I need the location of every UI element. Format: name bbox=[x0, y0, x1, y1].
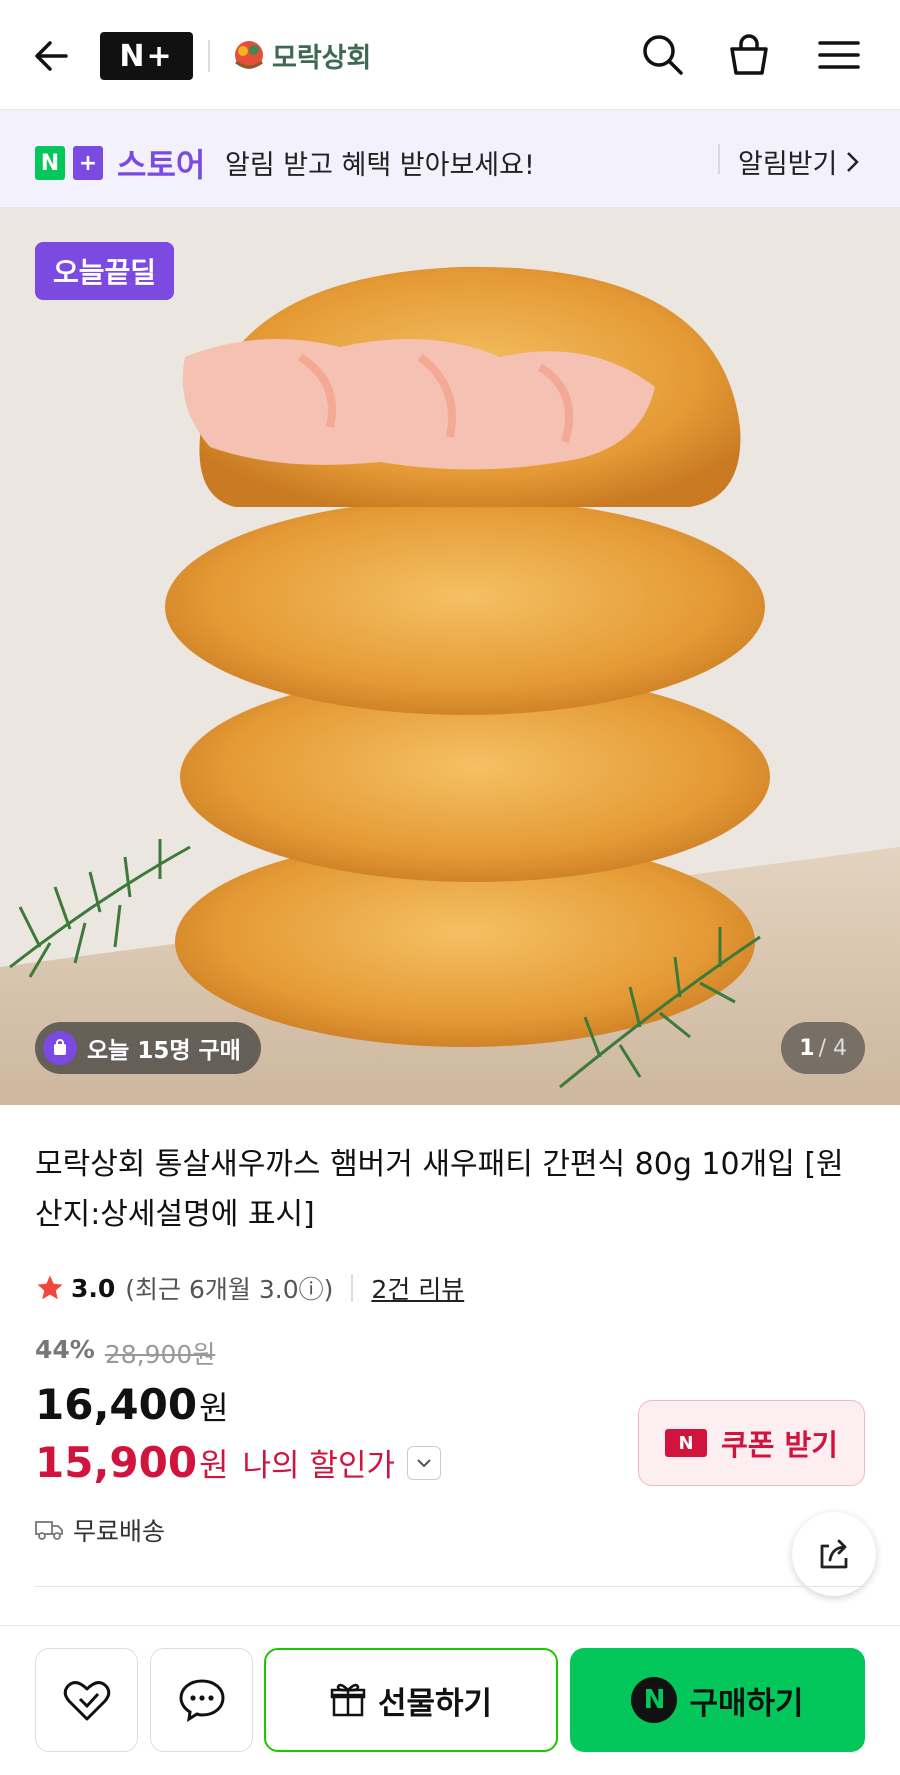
star-icon bbox=[37, 1275, 63, 1300]
bottom-action-bar: 선물하기 N 구매하기 bbox=[0, 1625, 900, 1775]
nstore-notification-banner[interactable]: N + 스토어 알림 받고 혜택 받아보세요! 알림받기 bbox=[0, 110, 900, 207]
discount-percent: 44% bbox=[35, 1335, 95, 1364]
get-coupon-button[interactable]: N 쿠폰 받기 bbox=[638, 1400, 865, 1486]
shipping-label: 무료배송 bbox=[73, 1517, 166, 1546]
carousel-page-indicator: 1 / 4 bbox=[781, 1022, 865, 1074]
nplus-store-logo: N + 스토어 bbox=[35, 140, 205, 186]
plus-logo-box: + bbox=[73, 146, 103, 180]
page-current: 1 bbox=[799, 1035, 815, 1061]
nplus-logo[interactable]: N+ bbox=[100, 32, 193, 80]
bag-badge-icon bbox=[43, 1031, 77, 1065]
n-logo-box: N bbox=[35, 146, 65, 180]
product-image-carousel[interactable]: 오늘끝딜 오늘 15명 구매 1 / 4 bbox=[0, 207, 900, 1105]
talktalk-button[interactable] bbox=[150, 1648, 253, 1752]
rating-value: 3.0 bbox=[71, 1273, 116, 1303]
buy-label: 구매하기 bbox=[689, 1685, 804, 1722]
header-divider bbox=[208, 40, 210, 72]
store-label: 스토어 bbox=[117, 146, 206, 184]
discount-row: 44% 28,900원 bbox=[35, 1335, 215, 1371]
chevron-right-icon bbox=[847, 151, 860, 172]
rating-recent[interactable]: (최근 6개월 3.0ⓘ) bbox=[125, 1270, 333, 1306]
buyers-today-pill: 오늘 15명 구매 bbox=[35, 1022, 261, 1074]
sale-price: 16,400 원 bbox=[35, 1380, 229, 1429]
share-icon bbox=[820, 1539, 848, 1569]
menu-icon[interactable] bbox=[814, 30, 864, 80]
chat-bubble-icon bbox=[178, 1679, 225, 1722]
shopping-bag-icon[interactable] bbox=[724, 30, 774, 80]
banner-divider bbox=[718, 144, 720, 174]
shrimp-patty-photo bbox=[0, 207, 900, 1105]
naver-pay-icon: N bbox=[631, 1677, 678, 1723]
my-price-currency: 원 bbox=[199, 1445, 229, 1484]
my-discount-price[interactable]: 15,900 원 나의 할인가 bbox=[35, 1438, 441, 1487]
notify-label: 알림받기 bbox=[738, 149, 838, 180]
buy-button[interactable]: N 구매하기 bbox=[570, 1648, 865, 1752]
truck-icon bbox=[35, 1521, 63, 1540]
share-button[interactable] bbox=[792, 1512, 876, 1596]
gift-icon bbox=[330, 1683, 366, 1717]
naver-coupon-icon: N bbox=[665, 1429, 708, 1457]
my-price-label: 나의 할인가 bbox=[242, 1448, 395, 1484]
banner-message: 알림 받고 혜택 받아보세요! bbox=[225, 150, 535, 181]
gift-button[interactable]: 선물하기 bbox=[264, 1648, 558, 1752]
wishlist-button[interactable] bbox=[35, 1648, 138, 1752]
top-header: N+ 모락상회 bbox=[0, 0, 900, 110]
original-price: 28,900원 bbox=[104, 1340, 216, 1369]
my-price-value: 15,900 bbox=[35, 1438, 198, 1487]
gift-label: 선물하기 bbox=[377, 1685, 493, 1722]
notify-button[interactable]: 알림받기 bbox=[738, 142, 861, 181]
today-deal-badge: 오늘끝딜 bbox=[35, 242, 175, 300]
brand-logo-icon bbox=[235, 41, 263, 69]
back-arrow-icon[interactable] bbox=[30, 34, 74, 78]
page-total: / 4 bbox=[818, 1035, 847, 1061]
reviews-link[interactable]: 2건 리뷰 bbox=[371, 1270, 464, 1306]
product-title: 모락상회 통살새우까스 햄버거 새우패티 간편식 80g 10개입 [원산지:상… bbox=[35, 1147, 844, 1232]
brand-name: 모락상회 bbox=[272, 42, 372, 74]
brand-store-link[interactable]: 모락상회 bbox=[232, 33, 371, 77]
search-icon[interactable] bbox=[638, 30, 688, 80]
shipping-info: 무료배송 bbox=[35, 1512, 165, 1548]
section-divider bbox=[35, 1586, 865, 1587]
rating-divider bbox=[351, 1274, 354, 1302]
coupon-label: 쿠폰 받기 bbox=[721, 1428, 838, 1462]
sale-price-value: 16,400 bbox=[35, 1380, 198, 1429]
heart-icon bbox=[63, 1681, 110, 1721]
rating-row: 3.0 (최근 6개월 3.0ⓘ) 2건 리뷰 bbox=[35, 1268, 464, 1308]
buyers-today-text: 오늘 15명 구매 bbox=[87, 1038, 241, 1064]
chevron-down-icon[interactable] bbox=[407, 1445, 441, 1480]
sale-price-currency: 원 bbox=[199, 1389, 229, 1427]
